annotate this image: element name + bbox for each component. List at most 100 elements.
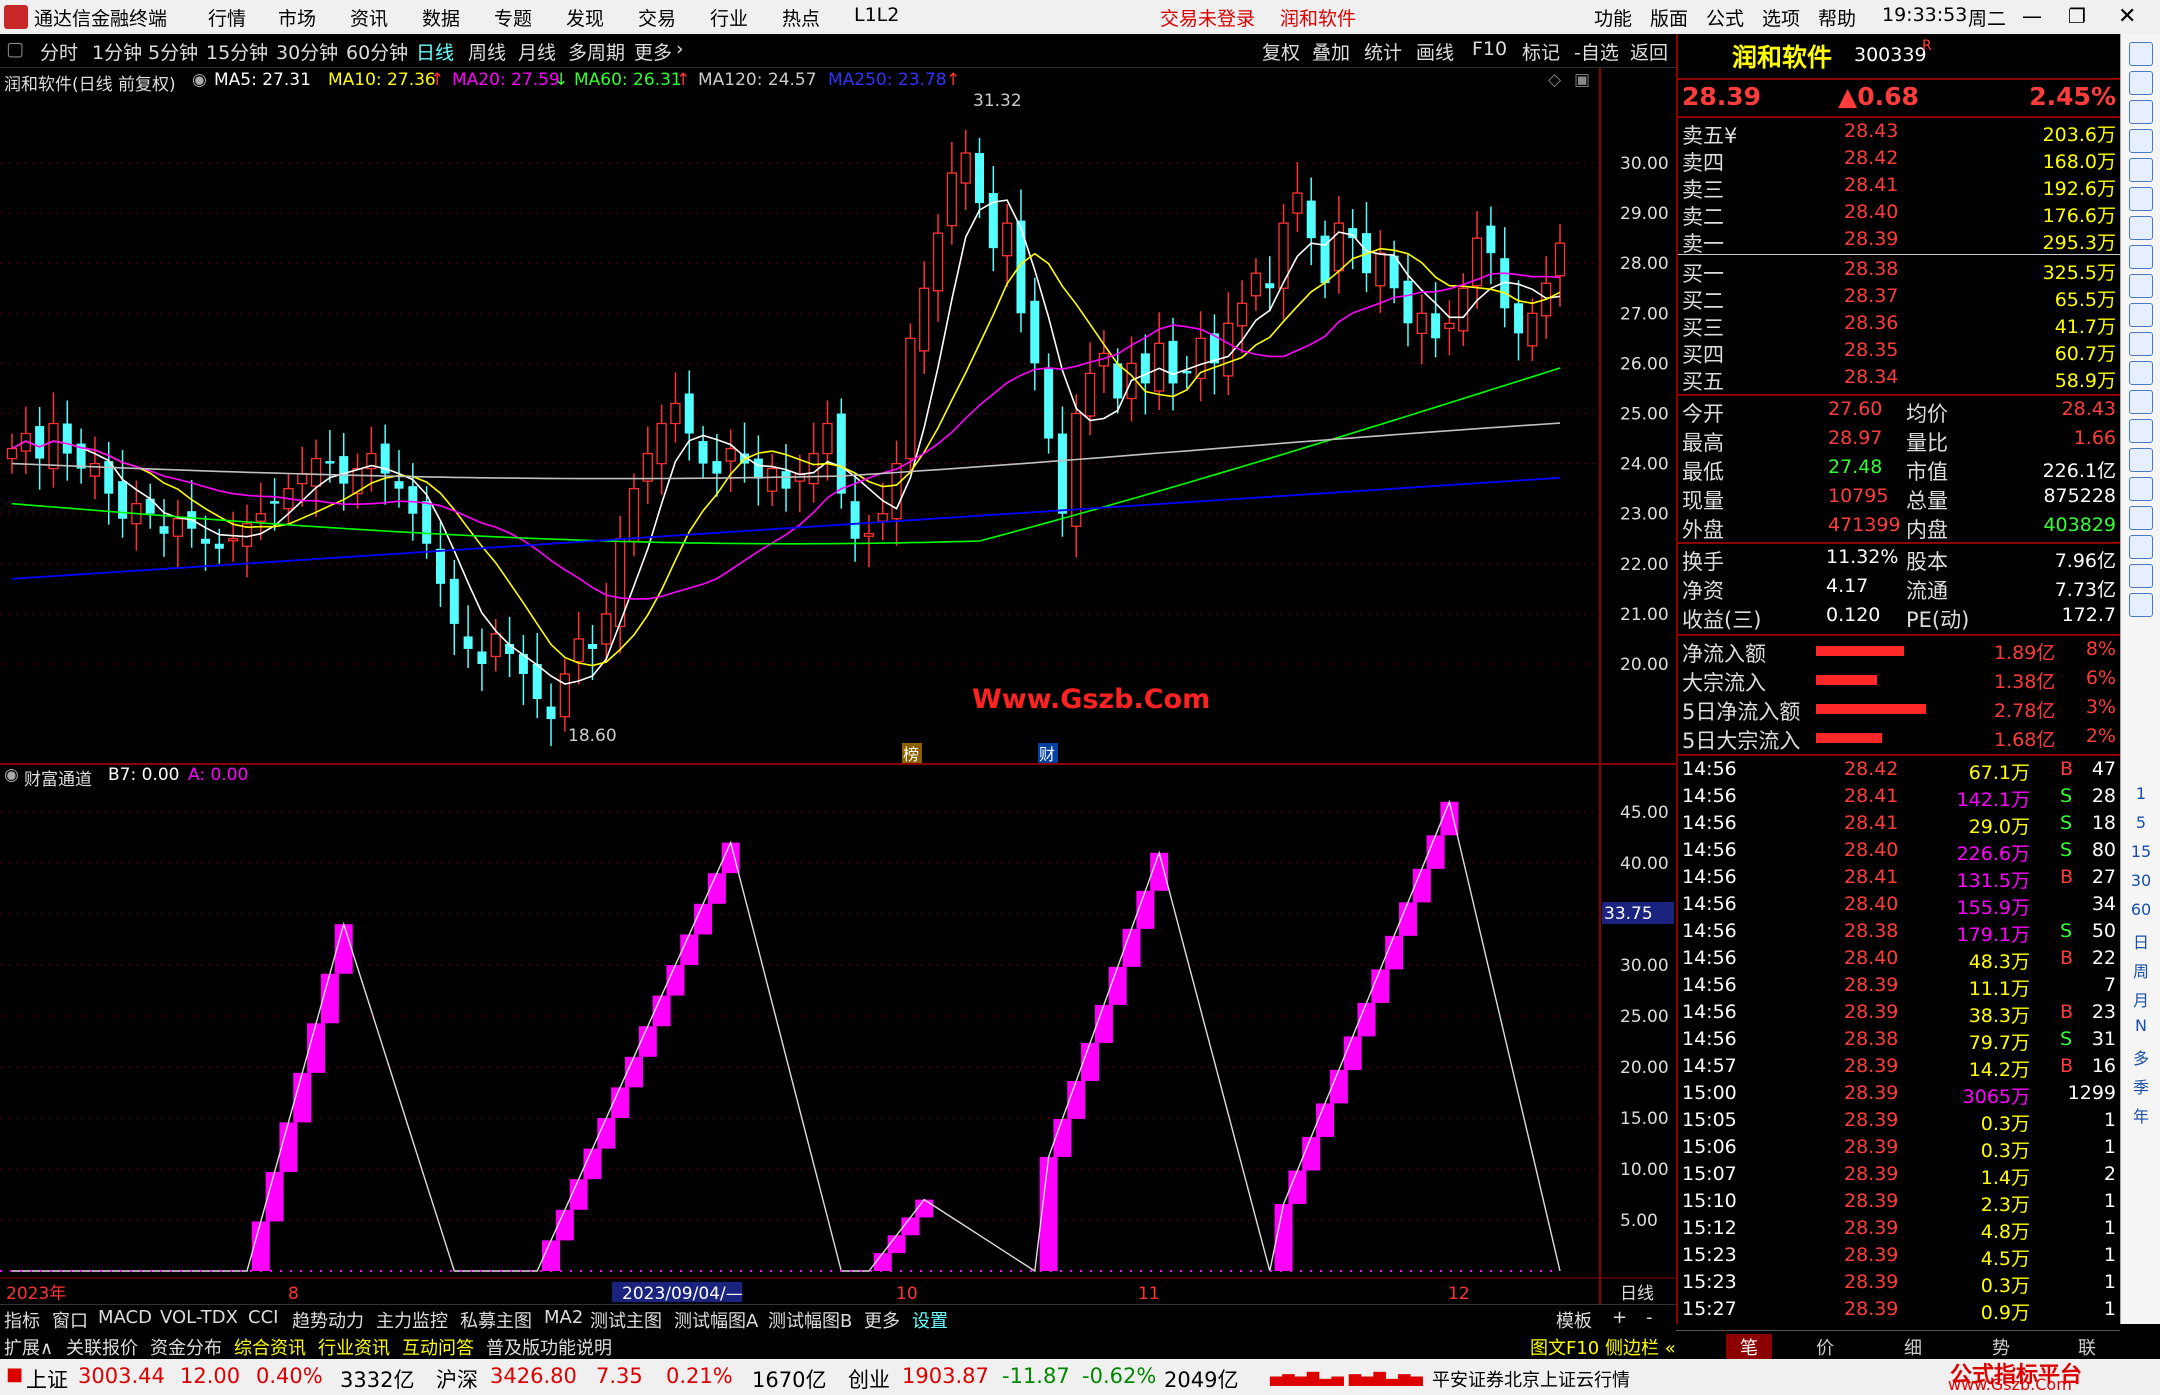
target-icon[interactable] bbox=[2129, 448, 2153, 472]
grid-icon[interactable] bbox=[2129, 158, 2153, 182]
quote-tab-1[interactable]: 价 bbox=[1816, 1334, 1834, 1360]
quote-tab-0[interactable]: 笔 bbox=[1726, 1334, 1772, 1360]
sidebar-toggle[interactable]: 图文F10 侧边栏 « bbox=[1530, 1334, 1676, 1360]
rsi-icon[interactable] bbox=[2129, 477, 2153, 501]
side-period-8[interactable]: N bbox=[2127, 1016, 2155, 1035]
menu-item-xuanxiang[interactable]: 选项 bbox=[1762, 4, 1800, 31]
menu-item-zhuanti[interactable]: 专题 bbox=[494, 4, 532, 31]
btn-tongji[interactable]: 统计 bbox=[1364, 38, 1402, 65]
tab-30min[interactable]: 30分钟 bbox=[276, 38, 338, 65]
check-icon[interactable] bbox=[2129, 593, 2153, 617]
tab-weekly[interactable]: 周线 bbox=[468, 38, 506, 65]
menu-item-gongneng[interactable]: 功能 bbox=[1594, 4, 1632, 31]
tab-15min[interactable]: 15分钟 bbox=[206, 38, 268, 65]
chevron-right-icon[interactable]: › bbox=[676, 38, 684, 60]
menu-item-redian[interactable]: 热点 bbox=[782, 4, 820, 31]
side-period-7[interactable]: 月 bbox=[2127, 987, 2155, 1011]
down-arrow-icon[interactable] bbox=[2129, 71, 2153, 95]
indicator-collapse-icon[interactable]: ◉ bbox=[4, 765, 19, 785]
tab-template[interactable]: 模板 bbox=[1556, 1307, 1592, 1333]
btn-zixuan[interactable]: -自选 bbox=[1574, 38, 1619, 65]
zoom-in-button[interactable]: + bbox=[1612, 1307, 1627, 1328]
close-icon[interactable]: ✕ bbox=[2118, 4, 2136, 29]
tab-chuangkou[interactable]: 窗口 bbox=[52, 1307, 88, 1333]
list-icon[interactable] bbox=[2129, 100, 2153, 124]
side-period-9[interactable]: 多 bbox=[2127, 1045, 2155, 1069]
pen-icon[interactable] bbox=[2129, 535, 2153, 559]
side-period-6[interactable]: 周 bbox=[2127, 958, 2155, 982]
btn-f10[interactable]: F10 bbox=[1472, 38, 1507, 60]
quote-tab-2[interactable]: 细 bbox=[1904, 1334, 1922, 1360]
move-icon[interactable] bbox=[2129, 506, 2153, 530]
tab-more[interactable]: 更多 bbox=[634, 38, 672, 65]
news-icon[interactable] bbox=[2129, 245, 2153, 269]
menu-item-hangye[interactable]: 行业 bbox=[710, 4, 748, 31]
doc2-icon[interactable] bbox=[2129, 332, 2153, 356]
menu-item-hangqing[interactable]: 行情 bbox=[208, 4, 246, 31]
tab-hangye[interactable]: 行业资讯 bbox=[318, 1334, 390, 1360]
menu-item-zixun[interactable]: 资讯 bbox=[350, 4, 388, 31]
menu-item-banmian[interactable]: 版面 bbox=[1650, 4, 1688, 31]
star-icon[interactable] bbox=[2129, 361, 2153, 385]
tab-zhuli[interactable]: 主力监控 bbox=[376, 1307, 448, 1333]
tab-zijin[interactable]: 资金分布 bbox=[150, 1334, 222, 1360]
tab-ma2[interactable]: MA2 bbox=[544, 1307, 583, 1328]
tab-shezhi[interactable]: 设置 bbox=[912, 1307, 948, 1333]
menu-item-l1l2[interactable]: L1L2 bbox=[854, 4, 899, 26]
side-period-2[interactable]: 15 bbox=[2127, 842, 2155, 861]
tab-zhibiao[interactable]: 指标 bbox=[4, 1307, 40, 1333]
tab-ceshi-b[interactable]: 测试幅图B bbox=[768, 1307, 852, 1333]
tab-ceshi-zhutu[interactable]: 测试主图 bbox=[590, 1307, 662, 1333]
tab-fenshi[interactable]: 分时 bbox=[40, 38, 78, 65]
gear-icon[interactable] bbox=[2129, 390, 2153, 414]
doc-icon[interactable] bbox=[2129, 303, 2153, 327]
tab-monthly[interactable]: 月线 bbox=[518, 38, 556, 65]
tab-ceshi-a[interactable]: 测试幅图A bbox=[674, 1307, 758, 1333]
tab-kuozhan[interactable]: 扩展∧ bbox=[4, 1334, 53, 1360]
btn-huaxian[interactable]: 画线 bbox=[1416, 38, 1454, 65]
tab-vol-tdx[interactable]: VOL-TDX bbox=[160, 1307, 238, 1328]
table-icon[interactable] bbox=[2129, 129, 2153, 153]
cy-label[interactable]: 创业 bbox=[848, 1364, 890, 1394]
btn-fanhui[interactable]: 返回 bbox=[1630, 38, 1668, 65]
side-period-10[interactable]: 季 bbox=[2127, 1074, 2155, 1098]
f10-icon[interactable] bbox=[2129, 274, 2153, 298]
tab-gengduo[interactable]: 更多 bbox=[864, 1307, 900, 1333]
tab-guanlian[interactable]: 关联报价 bbox=[66, 1334, 138, 1360]
minimize-icon[interactable]: — bbox=[2022, 4, 2042, 28]
side-period-5[interactable]: 日 bbox=[2127, 929, 2155, 953]
tab-macd[interactable]: MACD bbox=[98, 1307, 152, 1328]
tab-5min[interactable]: 5分钟 bbox=[148, 38, 198, 65]
side-period-0[interactable]: 1 bbox=[2127, 784, 2155, 803]
side-period-3[interactable]: 30 bbox=[2127, 871, 2155, 890]
sh-label[interactable]: 上证 bbox=[26, 1364, 68, 1394]
tab-cci[interactable]: CCI bbox=[248, 1307, 278, 1328]
tab-1min[interactable]: 1分钟 bbox=[92, 38, 142, 65]
tab-qushi[interactable]: 趋势动力 bbox=[292, 1307, 364, 1333]
restore-icon[interactable]: ❐ bbox=[2068, 4, 2086, 28]
menu-item-faxian[interactable]: 发现 bbox=[566, 4, 604, 31]
zoom-out-button[interactable]: - bbox=[1646, 1307, 1653, 1328]
btn-diejia[interactable]: 叠加 bbox=[1312, 38, 1350, 65]
tab-60min[interactable]: 60分钟 bbox=[346, 38, 408, 65]
menu-item-shuju[interactable]: 数据 bbox=[422, 4, 460, 31]
line-chart-icon[interactable] bbox=[2129, 187, 2153, 211]
tab-daily[interactable]: 日线 bbox=[416, 38, 454, 65]
menu-item-jiaoyi[interactable]: 交易 bbox=[638, 4, 676, 31]
fs-icon[interactable] bbox=[2129, 564, 2153, 588]
tab-simu[interactable]: 私募主图 bbox=[460, 1307, 532, 1333]
menu-item-gongshi[interactable]: 公式 bbox=[1706, 4, 1744, 31]
menu-item-bangzhu[interactable]: 帮助 bbox=[1818, 4, 1856, 31]
menu-item-shichang[interactable]: 市场 bbox=[278, 4, 316, 31]
main-chart-area[interactable]: 30.00 29.00 28.00 27.00 26.00 25.00 24.00 23.00… bbox=[0, 68, 1676, 1304]
btn-biaoji[interactable]: 标记 bbox=[1522, 38, 1560, 65]
up-arrow-icon[interactable] bbox=[2129, 42, 2153, 66]
tab-hudong[interactable]: 互动问答 bbox=[402, 1334, 474, 1360]
bar-chart-icon[interactable] bbox=[2129, 216, 2153, 240]
btn-fuquan[interactable]: 复权 bbox=[1262, 38, 1300, 65]
tab-puji[interactable]: 普及版功能说明 bbox=[486, 1334, 612, 1360]
side-period-11[interactable]: 年 bbox=[2127, 1103, 2155, 1127]
login-status[interactable]: 交易未登录 bbox=[1160, 4, 1255, 31]
side-period-1[interactable]: 5 bbox=[2127, 813, 2155, 832]
sz-label[interactable]: 沪深 bbox=[436, 1364, 478, 1394]
